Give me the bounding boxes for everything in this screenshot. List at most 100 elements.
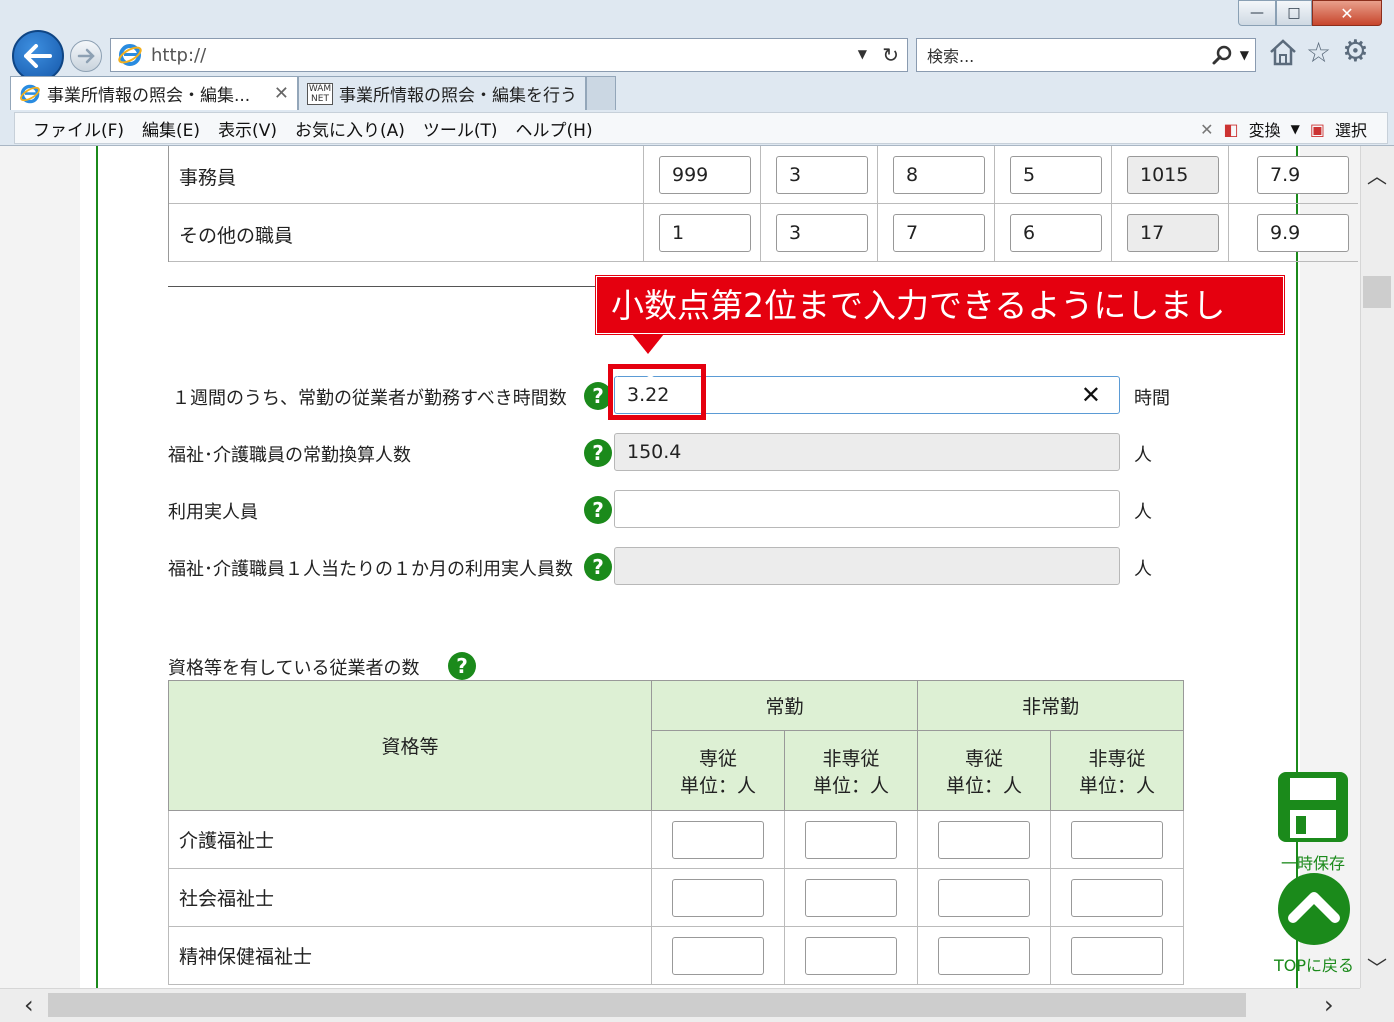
- qualification-count-input[interactable]: [805, 878, 897, 917]
- clear-input-icon[interactable]: ✕: [1081, 377, 1101, 413]
- search-dropdown-icon[interactable]: ▼: [1240, 48, 1249, 62]
- menu-help[interactable]: ヘルプ(H): [516, 116, 593, 141]
- minimize-button[interactable]: —: [1238, 0, 1276, 26]
- menu-tools[interactable]: ツール(T): [423, 116, 498, 141]
- qualification-count-input[interactable]: [672, 820, 764, 859]
- toolbar-close-icon[interactable]: ✕: [1200, 120, 1213, 139]
- scroll-up-icon[interactable]: ︿: [1367, 160, 1387, 189]
- scroll-down-icon[interactable]: ﹀: [1367, 952, 1387, 981]
- qualification-count-input[interactable]: [938, 820, 1030, 859]
- address-dropdown-icon[interactable]: ▼: [858, 47, 867, 61]
- toolbar-right: ✕ ◧ 変換 ▼ ▣ 選択: [1200, 117, 1367, 141]
- qualification-count-input[interactable]: [672, 936, 764, 975]
- scroll-right-icon[interactable]: ›: [1324, 991, 1334, 1019]
- help-icon[interactable]: ?: [448, 652, 476, 680]
- convert-dropdown-icon[interactable]: ▼: [1291, 122, 1300, 136]
- staff-value-input[interactable]: 7: [893, 214, 985, 252]
- table-row: 事務員 999 3 8 5 1015 7.9: [169, 146, 1358, 204]
- back-to-top-label: TOPに戻る: [1273, 956, 1355, 975]
- tab-active[interactable]: 事業所情報の照会・編集... ✕: [10, 76, 298, 110]
- staff-value-input[interactable]: 5: [1010, 156, 1102, 194]
- menu-file[interactable]: ファイル(F): [33, 116, 124, 141]
- unit-label: 人: [1134, 502, 1152, 523]
- column-header-qualification: 資格等: [168, 680, 652, 811]
- menu-favorites[interactable]: お気に入り(A): [295, 116, 405, 141]
- column-header: 非専従 単位：人: [784, 730, 918, 811]
- tab-close-icon[interactable]: ✕: [274, 83, 289, 104]
- staff-value-input[interactable]: 1: [659, 214, 751, 252]
- qualification-count-input[interactable]: [805, 936, 897, 975]
- help-icon[interactable]: ?: [584, 496, 612, 524]
- column-header: 専従 単位：人: [651, 730, 785, 811]
- unit-label: 人: [1134, 559, 1152, 580]
- qualification-count-input[interactable]: [1071, 878, 1163, 917]
- search-placeholder: 検索...: [927, 47, 975, 66]
- new-tab-button[interactable]: [586, 76, 616, 110]
- maximize-button[interactable]: □: [1276, 0, 1312, 26]
- scroll-left-icon[interactable]: ‹: [24, 991, 34, 1019]
- convert-button[interactable]: 変換: [1249, 117, 1281, 141]
- back-to-top-button[interactable]: TOPに戻る: [1270, 872, 1358, 976]
- staff-value-input[interactable]: 6: [1010, 214, 1102, 252]
- column-header: 専従 単位：人: [917, 730, 1051, 811]
- ie-logo-icon: [118, 44, 142, 66]
- menu-view[interactable]: 表示(V): [218, 116, 277, 141]
- scroll-thumb[interactable]: [48, 993, 1246, 1017]
- qualification-count-input[interactable]: [672, 878, 764, 917]
- arrow-right-icon: [77, 48, 95, 64]
- table-row: 介護福祉士: [168, 810, 1184, 869]
- temp-save-button[interactable]: 一時保存: [1274, 770, 1352, 874]
- search-input[interactable]: 検索... ▼: [916, 38, 1256, 72]
- form-row-fte-count: 福祉･介護職員の常勤換算人数 ? 150.4 人: [168, 433, 1188, 473]
- column-group-fulltime: 常勤: [651, 680, 918, 731]
- tab-label: 事業所情報の照会・編集を行う: [339, 86, 577, 106]
- search-icon[interactable]: [1211, 44, 1233, 66]
- vertical-scrollbar[interactable]: ︿ ﹀: [1360, 146, 1394, 988]
- temp-save-label: 一時保存: [1280, 854, 1345, 873]
- staff-value-input[interactable]: 7.9: [1257, 156, 1349, 194]
- gear-icon[interactable]: ⚙: [1342, 34, 1369, 69]
- home-icon[interactable]: [1268, 38, 1298, 66]
- browser-chrome: — □ ✕ http:// ▼ ↻ 検索... ▼ ☆ ⚙ 事業所情報の照会・編…: [0, 0, 1394, 146]
- favorites-star-icon[interactable]: ☆: [1306, 36, 1331, 69]
- help-icon[interactable]: ?: [584, 553, 612, 581]
- address-bar[interactable]: http:// ▼ ↻: [110, 38, 908, 72]
- qualification-label: 社会福祉士: [168, 868, 652, 927]
- actual-users-input[interactable]: [614, 490, 1120, 528]
- qualification-count-input[interactable]: [938, 936, 1030, 975]
- forward-button[interactable]: [70, 40, 102, 72]
- help-icon[interactable]: ?: [584, 439, 612, 467]
- table-row: 社会福祉士: [168, 868, 1184, 927]
- unit-label: 人: [1134, 445, 1152, 466]
- staff-value-input[interactable]: 8: [893, 156, 985, 194]
- select-button[interactable]: 選択: [1335, 117, 1367, 141]
- menu-edit[interactable]: 編集(E): [142, 116, 200, 141]
- refresh-icon[interactable]: ↻: [882, 43, 899, 67]
- window-controls: — □ ✕: [1238, 0, 1388, 28]
- annotation-highlight-box: [608, 364, 706, 420]
- tab-label: 事業所情報の照会・編集...: [47, 86, 251, 106]
- qualification-count-input[interactable]: [1071, 936, 1163, 975]
- form-row-users-per-staff: 福祉･介護職員１人当たりの１か月の利用実人員数 ? 人: [168, 547, 1188, 587]
- select-icon: ▣: [1309, 119, 1325, 139]
- qualification-count-input[interactable]: [805, 820, 897, 859]
- qualification-label: 精神保健福祉士: [168, 926, 652, 985]
- floppy-disk-icon: [1278, 772, 1348, 842]
- qualification-count-input[interactable]: [1071, 820, 1163, 859]
- horizontal-scrollbar[interactable]: ‹ ›: [0, 988, 1360, 1022]
- staff-role-label: 事務員: [179, 167, 237, 189]
- back-button[interactable]: [12, 30, 64, 82]
- weekly-hours-label: １週間のうち、常勤の従業者が勤務すべき時間数: [172, 388, 567, 409]
- column-header: 非専従 単位：人: [1050, 730, 1184, 811]
- qualification-count-input[interactable]: [938, 878, 1030, 917]
- table-divider: [168, 286, 643, 287]
- staff-value-input[interactable]: 3: [776, 156, 868, 194]
- staff-value-input[interactable]: 3: [776, 214, 868, 252]
- staff-value-input[interactable]: 999: [659, 156, 751, 194]
- staff-value-input[interactable]: 9.9: [1257, 214, 1349, 252]
- qualification-table: 資格等 常勤 非常勤 専従 単位：人 非専従 単位：人 専従 単位：人 非専従 単位：人…: [168, 680, 1184, 985]
- close-window-button[interactable]: ✕: [1312, 0, 1382, 26]
- column-group-parttime: 非常勤: [917, 680, 1184, 731]
- scroll-thumb[interactable]: [1363, 276, 1391, 308]
- tab-inactive[interactable]: WAM NET 事業所情報の照会・編集を行う: [298, 76, 586, 110]
